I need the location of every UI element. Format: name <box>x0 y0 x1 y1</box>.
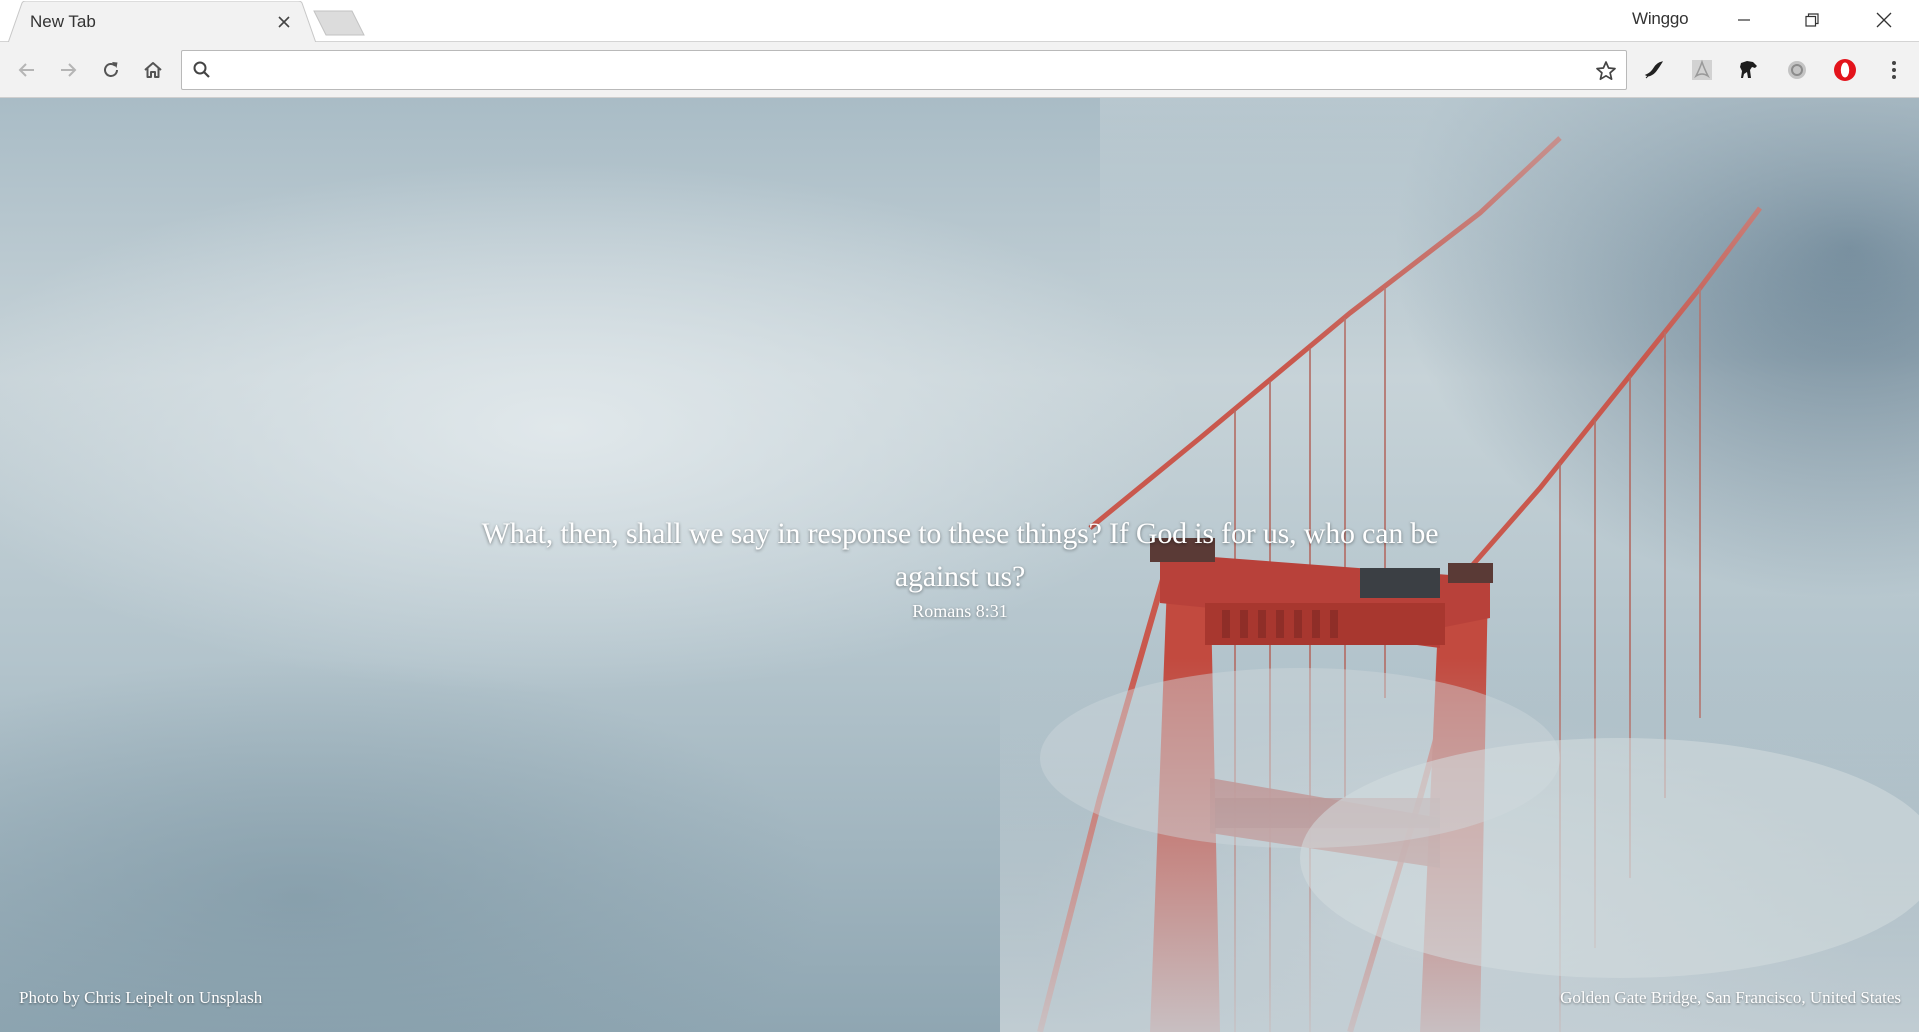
browser-toolbar <box>0 42 1919 98</box>
minimize-icon <box>1738 19 1750 21</box>
photo-location-link[interactable]: Golden Gate Bridge, San Francisco, Unite… <box>1560 988 1901 1008</box>
horse-extension-icon[interactable] <box>1733 54 1765 86</box>
close-icon <box>1876 12 1892 28</box>
home-icon <box>144 62 162 78</box>
search-icon <box>193 61 210 78</box>
forward-arrow-icon <box>61 63 77 77</box>
verse-reference[interactable]: Romans 8:31 <box>470 601 1450 622</box>
new-tab-button[interactable] <box>312 9 366 37</box>
chrome-menu-button[interactable] <box>1878 54 1910 86</box>
daily-verse: What, then, shall we say in response to … <box>470 512 1450 622</box>
restore-button[interactable] <box>1778 0 1846 40</box>
minimize-button[interactable] <box>1710 0 1778 40</box>
photo-credit-link[interactable]: Photo by Chris Leipelt on Unsplash <box>19 988 262 1008</box>
profile-name[interactable]: Winggo <box>1632 9 1689 29</box>
verse-text: What, then, shall we say in response to … <box>481 517 1439 593</box>
bookmark-star-icon[interactable] <box>1594 59 1618 83</box>
pdf-extension-icon[interactable] <box>1686 54 1718 86</box>
address-input[interactable] <box>226 57 1566 83</box>
tab-new-tab[interactable]: New Tab <box>8 1 316 43</box>
new-tab-page: What, then, shall we say in response to … <box>0 98 1919 1032</box>
tab-title: New Tab <box>30 12 96 31</box>
close-window-button[interactable] <box>1850 0 1918 40</box>
reload-icon <box>104 62 118 77</box>
restore-icon <box>1805 13 1819 27</box>
tab-close-icon[interactable] <box>274 12 294 32</box>
feather-extension-icon[interactable] <box>1638 54 1670 86</box>
back-arrow-icon <box>18 63 34 77</box>
reload-button[interactable] <box>95 54 127 86</box>
forward-button[interactable] <box>52 54 84 86</box>
tab-strip: New Tab Winggo <box>0 0 1919 43</box>
home-button[interactable] <box>137 54 169 86</box>
back-button[interactable] <box>11 54 43 86</box>
more-vertical-icon <box>1892 61 1896 79</box>
address-bar[interactable] <box>181 50 1627 90</box>
opera-extension-icon[interactable] <box>1829 54 1861 86</box>
grey-circle-extension-icon[interactable] <box>1781 54 1813 86</box>
